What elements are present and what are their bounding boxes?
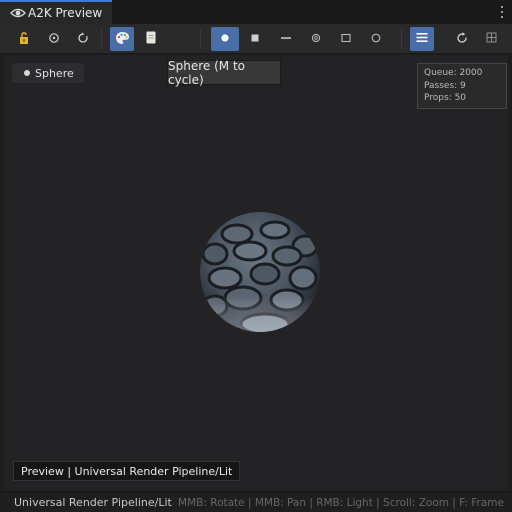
mesh-tooltip: Sphere (M to cycle) <box>167 59 281 87</box>
mesh-capsule-button[interactable] <box>364 27 388 51</box>
tab-bar: A2K Preview <box>0 0 512 24</box>
capsule-mesh-icon <box>370 32 382 47</box>
mesh-quad-button[interactable] <box>334 27 358 51</box>
sphere-dot-icon <box>24 70 30 76</box>
menu-icon <box>416 32 428 46</box>
toolbar-separator <box>101 29 102 49</box>
stats-queue: Queue: 2000 <box>424 68 483 78</box>
shader-name: Universal Render Pipeline/Lit <box>14 496 172 509</box>
mesh-plane-button[interactable] <box>274 27 298 51</box>
eye-icon <box>10 7 26 19</box>
notes-button[interactable] <box>139 27 163 51</box>
window-title: A2K Preview <box>28 6 103 20</box>
refresh-icon <box>456 31 468 47</box>
grid-icon <box>486 32 497 46</box>
mesh-cylinder-button[interactable] <box>304 27 328 51</box>
grid-button[interactable] <box>479 27 503 51</box>
stats-passes: Passes: 9 <box>424 80 466 91</box>
plane-mesh-icon <box>280 33 292 46</box>
more-options-icon[interactable] <box>498 4 506 20</box>
cylinder-mesh-icon <box>310 32 322 47</box>
controls-hint: MMB: Rotate | MMB: Pan | RMB: Light | Sc… <box>178 496 504 509</box>
stats-panel: Queue: 2000 Passes: 9 Props: 50 <box>417 63 507 109</box>
tab-a2k-preview[interactable]: A2K Preview <box>0 0 112 24</box>
lock-button[interactable] <box>12 27 36 51</box>
refresh-button[interactable] <box>450 27 474 51</box>
reset-rotation-icon <box>77 32 89 47</box>
quad-mesh-icon <box>340 32 352 47</box>
toolbar <box>0 24 512 54</box>
page-icon <box>146 31 156 47</box>
frame-target-button[interactable] <box>42 27 66 51</box>
preview-pipeline-label: Preview | Universal Render Pipeline/Lit <box>13 461 241 481</box>
target-icon <box>48 32 60 47</box>
details-toggle-button[interactable] <box>410 27 434 51</box>
stats-props: Props: 50 <box>424 93 467 103</box>
palette-icon <box>115 31 130 48</box>
mesh-sphere-button[interactable] <box>211 27 239 51</box>
cube-mesh-icon <box>250 33 260 46</box>
lock-icon <box>17 31 31 48</box>
material-view-button[interactable] <box>110 27 134 51</box>
mesh-selector[interactable]: Sphere <box>12 63 84 83</box>
mesh-label: Sphere <box>35 66 74 80</box>
status-bar: Universal Render Pipeline/Lit MMB: Rotat… <box>0 492 512 512</box>
stone-sphere-preview[interactable] <box>195 206 325 338</box>
toolbar-separator <box>200 29 201 49</box>
mesh-cube-button[interactable] <box>243 27 267 51</box>
toolbar-separator <box>401 29 402 49</box>
reset-rotation-button[interactable] <box>71 27 95 51</box>
sphere-mesh-icon <box>220 33 230 46</box>
